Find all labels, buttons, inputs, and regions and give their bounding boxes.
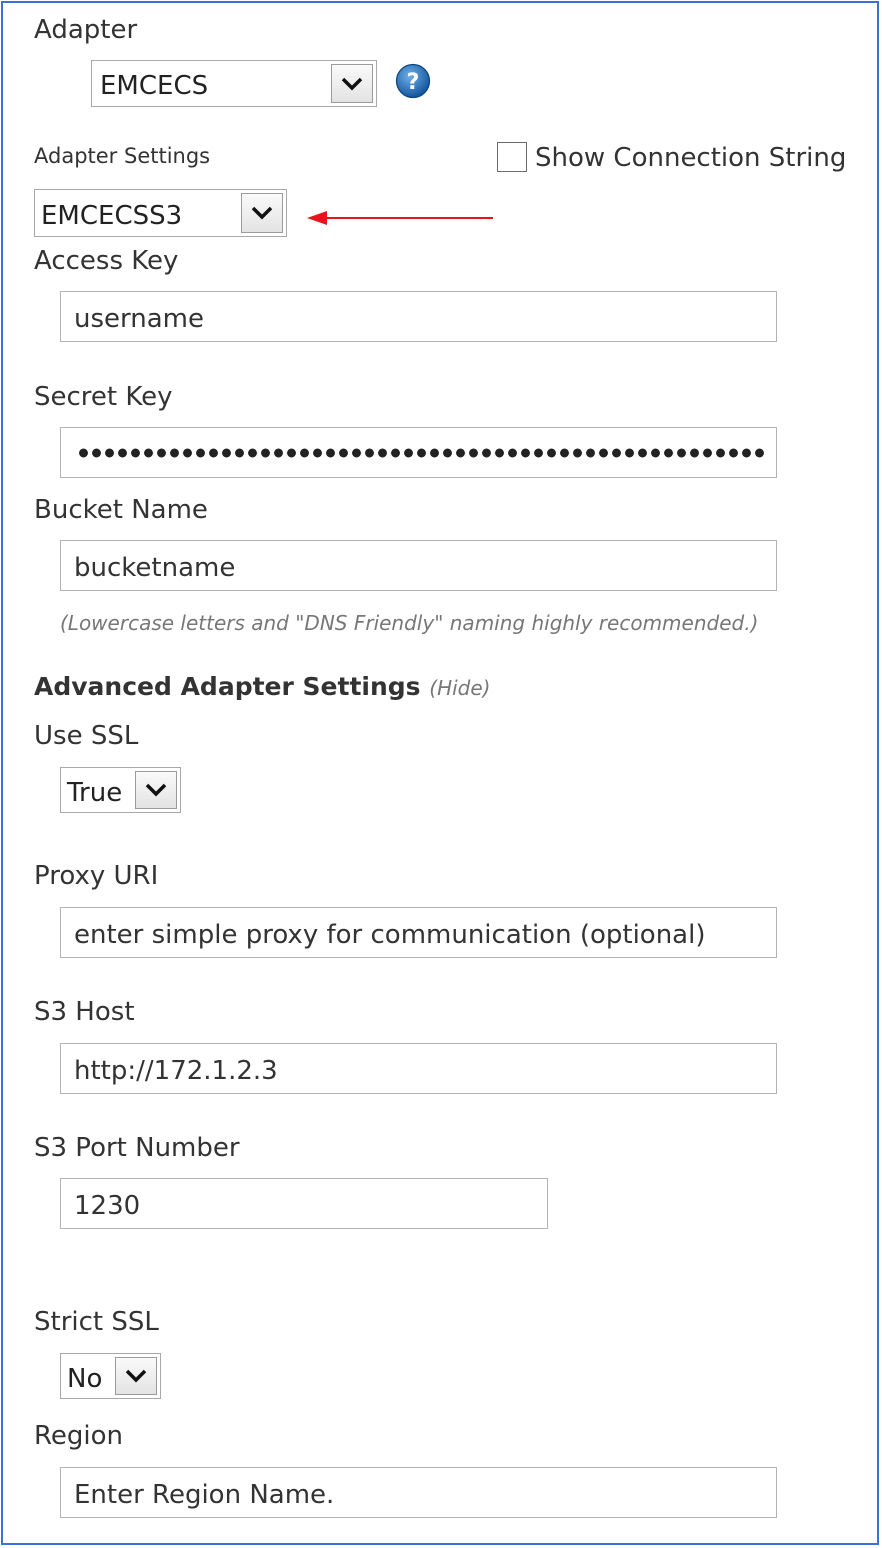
strict-ssl-select[interactable]: No (60, 1353, 161, 1399)
bucket-name-label: Bucket Name (34, 495, 208, 525)
access-key-label: Access Key (34, 246, 179, 276)
use-ssl-label: Use SSL (34, 721, 139, 751)
chevron-down-icon[interactable] (115, 1357, 157, 1395)
bucket-name-value: bucketname (74, 553, 236, 583)
help-icon[interactable]: ? (395, 63, 431, 99)
adapter-settings-select[interactable]: EMCECSS3 (34, 189, 287, 237)
red-arrow (307, 211, 493, 225)
strict-ssl-label: Strict SSL (34, 1307, 159, 1337)
adapter-select-value: EMCECS (100, 71, 209, 101)
region-input[interactable]: Enter Region Name. (60, 1467, 777, 1518)
chevron-down-icon[interactable] (331, 64, 373, 103)
adapter-label: Adapter (34, 15, 138, 45)
strict-ssl-value: No (67, 1364, 103, 1394)
show-connection-string-label[interactable]: Show Connection String (535, 145, 846, 171)
region-label: Region (34, 1421, 124, 1451)
access-key-input[interactable]: username (60, 291, 777, 342)
s3-port-value: 1230 (74, 1191, 141, 1221)
proxy-uri-input[interactable]: enter simple proxy for communication (op… (60, 907, 777, 958)
chevron-down-icon[interactable] (135, 771, 177, 809)
adapter-settings-value: EMCECSS3 (41, 201, 183, 231)
s3-host-label: S3 Host (34, 997, 135, 1027)
bucket-name-input[interactable]: bucketname (60, 540, 777, 591)
adapter-settings-label: Adapter Settings (34, 144, 211, 168)
secret-key-label: Secret Key (34, 382, 173, 412)
secret-key-masked-value (77, 447, 766, 458)
s3-host-value: http://172.1.2.3 (74, 1056, 278, 1086)
show-connection-string-checkbox[interactable] (497, 142, 527, 172)
s3-host-input[interactable]: http://172.1.2.3 (60, 1043, 777, 1094)
secret-key-input[interactable] (60, 427, 777, 478)
hide-advanced-link[interactable]: (Hide) (429, 676, 490, 700)
adapter-select[interactable]: EMCECS (91, 60, 377, 107)
advanced-settings-heading: Advanced Adapter Settings (Hide) (34, 674, 490, 699)
s3-port-input[interactable]: 1230 (60, 1178, 548, 1229)
s3-port-label: S3 Port Number (34, 1133, 240, 1163)
chevron-down-icon[interactable] (241, 193, 283, 233)
use-ssl-value: True (67, 778, 123, 808)
use-ssl-select[interactable]: True (60, 767, 181, 813)
bucket-name-hint: (Lowercase letters and "DNS Friendly" na… (60, 611, 759, 635)
proxy-uri-label: Proxy URI (34, 861, 159, 891)
advanced-settings-title: Advanced Adapter Settings (34, 672, 421, 701)
region-placeholder: Enter Region Name. (74, 1480, 335, 1510)
access-key-value: username (74, 304, 204, 334)
proxy-uri-placeholder: enter simple proxy for communication (op… (74, 920, 706, 950)
svg-text:?: ? (407, 70, 420, 95)
